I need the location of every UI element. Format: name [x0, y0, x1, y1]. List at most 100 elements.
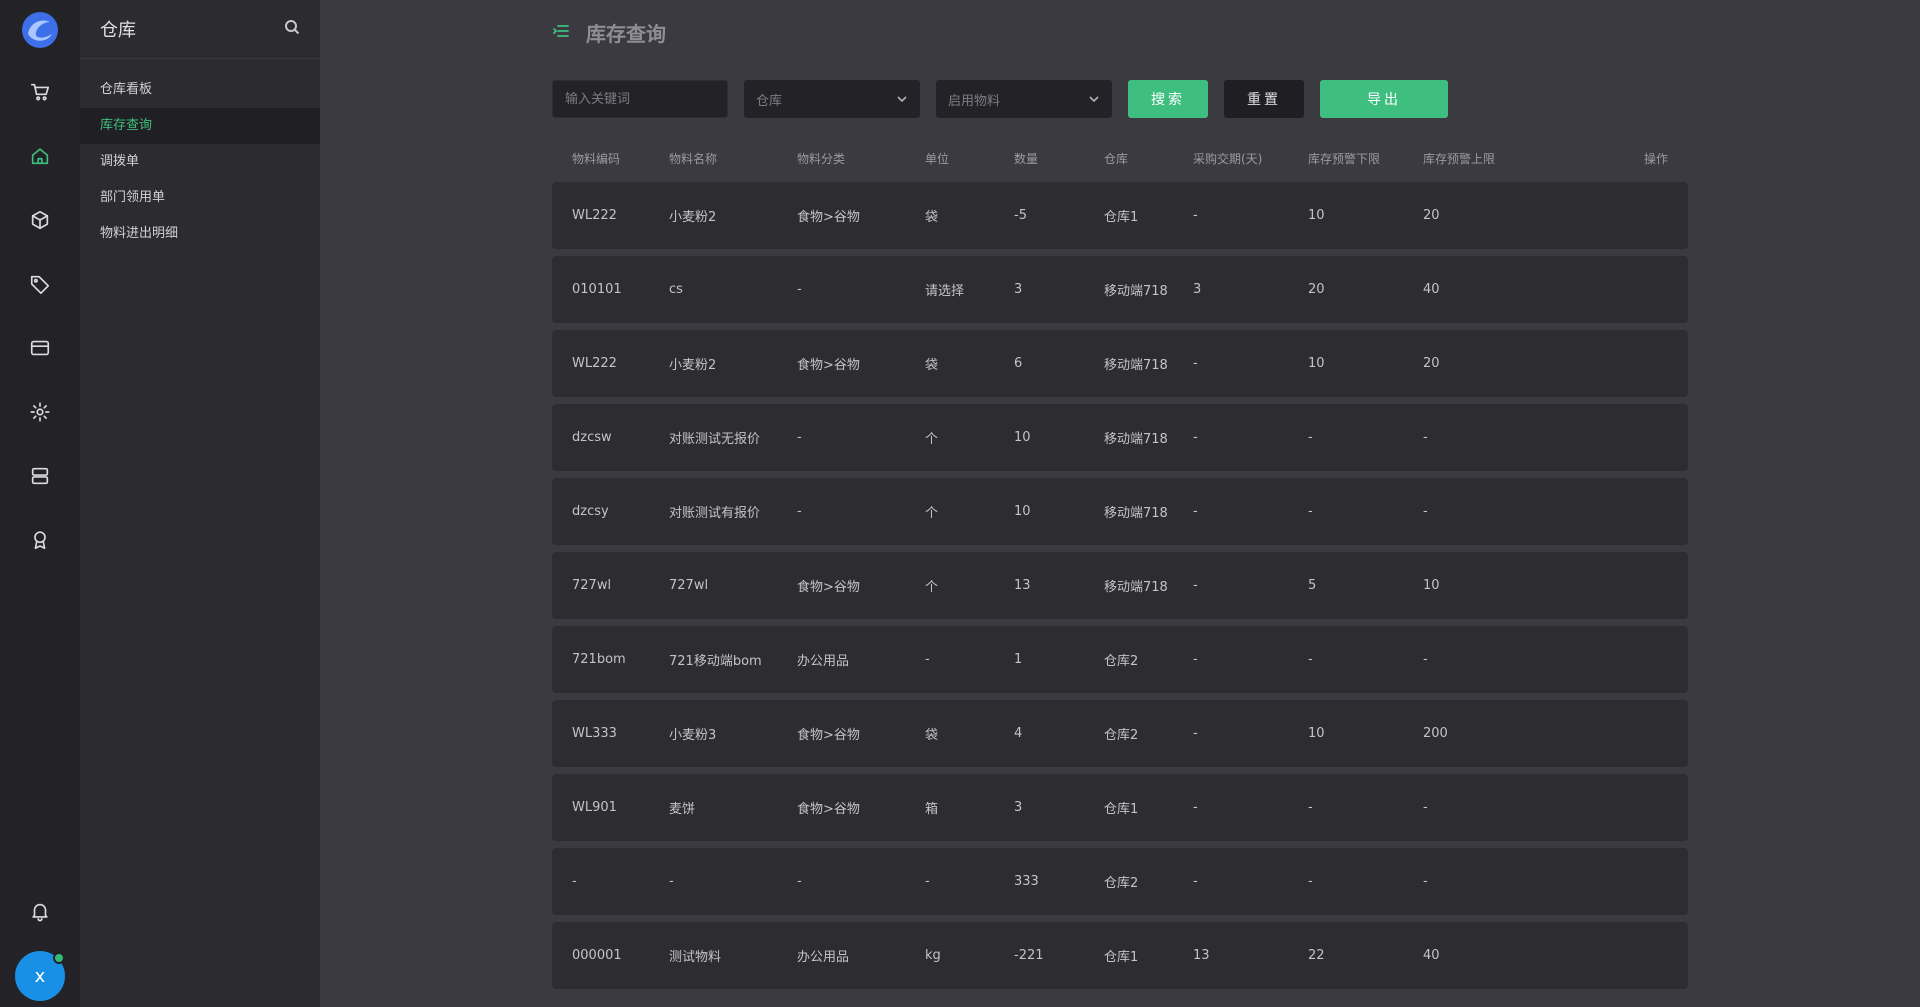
icon-rail: x [0, 0, 80, 1007]
table-cell: - [797, 282, 802, 297]
table-cell: 小麦粉3 [669, 728, 717, 743]
table-cell: - [1193, 430, 1198, 445]
table-cell: 000001 [572, 948, 622, 963]
table-cell: - [1193, 504, 1198, 519]
table-row[interactable]: dzcsw 对账测试无报价 - 个 10 移动端718 - - - [552, 404, 1688, 471]
page-title: 库存查询 [586, 22, 666, 46]
table-cell: 麦饼 [669, 802, 696, 817]
table-cell: - [1423, 874, 1428, 889]
submenu-item-material-flow-detail[interactable]: 物料进出明细 [80, 216, 320, 252]
column-header: 采购交期(天) [1193, 152, 1263, 166]
submenu-item-inventory-query[interactable]: 库存查询 [80, 108, 320, 144]
reset-button[interactable]: 重置 [1224, 80, 1304, 118]
column-header: 仓库 [1104, 152, 1129, 166]
table-cell: 20 [1423, 208, 1440, 223]
box-icon[interactable] [24, 204, 56, 236]
table-cell: 箱 [925, 802, 939, 817]
submenu-list: 仓库看板 库存查询 调拨单 部门领用单 物料进出明细 [80, 72, 320, 252]
app-logo-icon[interactable] [20, 10, 60, 50]
gear-icon[interactable] [24, 396, 56, 428]
table-cell: WL222 [572, 208, 617, 223]
table-cell: - [1308, 800, 1313, 815]
table-cell: - [669, 874, 674, 889]
table-cell: 食物>谷物 [797, 728, 860, 743]
table-cell: 移动端718 [1104, 506, 1168, 521]
table-cell: 10 [1014, 504, 1031, 519]
table-cell: 小麦粉2 [669, 210, 717, 225]
material-status-select[interactable]: 启用物料 [936, 80, 1112, 118]
table-cell: 40 [1423, 282, 1440, 297]
table-cell: - [1423, 430, 1428, 445]
table-cell: - [1193, 726, 1198, 741]
search-icon[interactable] [284, 19, 300, 39]
table-cell: 办公用品 [797, 654, 850, 669]
table-cell: 个 [925, 580, 939, 595]
table-cell: 移动端718 [1104, 358, 1168, 373]
table-cell: 1 [1014, 652, 1023, 667]
page-header: 库存查询 [552, 18, 666, 47]
menu-collapse-icon[interactable] [552, 22, 570, 44]
keyword-input[interactable] [552, 80, 728, 118]
submenu-item-department-requisition[interactable]: 部门领用单 [80, 180, 320, 216]
export-button[interactable]: 导出 [1320, 80, 1448, 118]
table-cell: 333 [1014, 874, 1039, 889]
submenu-item-dashboard[interactable]: 仓库看板 [80, 72, 320, 108]
table-cell: 20 [1308, 282, 1325, 297]
column-header: 操作 [1643, 152, 1668, 166]
table-row[interactable]: WL222 小麦粉2 食物>谷物 袋 -5 仓库1 - 10 20 [552, 182, 1688, 249]
card-icon[interactable] [24, 332, 56, 364]
table-cell: 仓库1 [1104, 950, 1139, 965]
column-header: 库存预警上限 [1423, 152, 1496, 166]
table-row[interactable]: dzcsy 对账测试有报价 - 个 10 移动端718 - - - [552, 478, 1688, 545]
table-cell: 10 [1423, 578, 1440, 593]
table-row[interactable]: 727wl 727wl 食物>谷物 个 13 移动端718 - 5 10 [552, 552, 1688, 619]
table-cell: 13 [1193, 948, 1210, 963]
table-row[interactable]: 010101 cs - 请选择 3 移动端718 3 20 40 [552, 256, 1688, 323]
table-row[interactable]: 721bom 721移动端bom 办公用品 - 1 仓库2 - - - [552, 626, 1688, 693]
tag-icon[interactable] [24, 268, 56, 300]
table-cell: 个 [925, 432, 939, 447]
table-cell: 食物>谷物 [797, 210, 860, 225]
table-cell: 10 [1308, 356, 1325, 371]
avatar-letter: x [34, 965, 46, 987]
table-cell: 4 [1014, 726, 1023, 741]
table-cell: 10 [1308, 208, 1325, 223]
table-cell: WL901 [572, 800, 617, 815]
table-cell: 请选择 [925, 284, 965, 299]
table-cell: 个 [925, 506, 939, 521]
table-row[interactable]: - - - - 333 仓库2 - - - [552, 848, 1688, 915]
table-cell: 食物>谷物 [797, 580, 860, 595]
search-button[interactable]: 搜索 [1128, 80, 1208, 118]
table-cell: - [1193, 208, 1198, 223]
bell-icon[interactable] [24, 895, 56, 927]
table-cell: 10 [1308, 726, 1325, 741]
table-cell: 40 [1423, 948, 1440, 963]
award-icon[interactable] [24, 524, 56, 556]
table-row[interactable]: WL222 小麦粉2 食物>谷物 袋 6 移动端718 - 10 20 [552, 330, 1688, 397]
table-cell: kg [925, 948, 941, 963]
table-cell: cs [669, 282, 683, 297]
table-row[interactable]: 000001 测试物料 办公用品 kg -221 仓库1 13 22 40 [552, 922, 1688, 989]
cart-icon[interactable] [24, 76, 56, 108]
table-cell: 食物>谷物 [797, 802, 860, 817]
table-cell: - [797, 504, 802, 519]
table-cell: 10 [1014, 430, 1031, 445]
avatar[interactable]: x [15, 951, 65, 1001]
table-cell: 721移动端bom [669, 654, 762, 669]
table-cell: 200 [1423, 726, 1448, 741]
table-cell: WL222 [572, 356, 617, 371]
table-cell: WL333 [572, 726, 617, 741]
warehouse-select[interactable]: 仓库 [744, 80, 920, 118]
table-row[interactable]: WL901 麦饼 食物>谷物 箱 3 仓库1 - - - [552, 774, 1688, 841]
table-cell: - [1193, 356, 1198, 371]
table-cell: - [925, 652, 930, 667]
table-cell: 727wl [669, 578, 709, 593]
table-cell: 仓库2 [1104, 728, 1139, 743]
submenu-item-transfer-order[interactable]: 调拨单 [80, 144, 320, 180]
material-status-placeholder: 启用物料 [948, 93, 1001, 109]
home-icon[interactable] [24, 140, 56, 172]
table-cell: 测试物料 [669, 950, 722, 965]
chevron-down-icon [1089, 96, 1099, 103]
server-icon[interactable] [24, 460, 56, 492]
table-row[interactable]: WL333 小麦粉3 食物>谷物 袋 4 仓库2 - 10 200 [552, 700, 1688, 767]
